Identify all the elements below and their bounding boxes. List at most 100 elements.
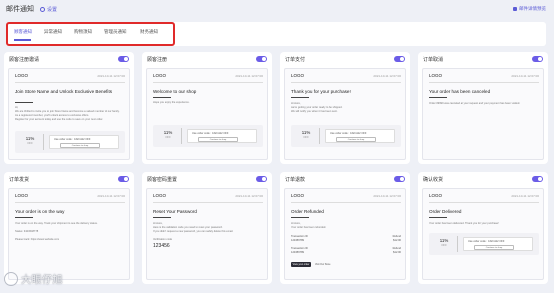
logo: LOGO [291,193,305,198]
email-headline: Order Refunded [291,209,324,214]
coupon-code: Use order code : CAK1112 OFF [192,132,229,135]
email-date: 2021-10-11 12:07:00 [235,73,263,78]
enable-toggle[interactable] [532,176,543,182]
enable-toggle[interactable] [532,56,543,62]
email-preview: LOGO 2021-10-11 12:07:00 Order Refunded H… [284,188,406,280]
coupon-button: Continue to shop [336,137,376,142]
divider [181,128,182,144]
coupon-code: Use order code : CAK1112 OFF [468,240,505,243]
email-preview: LOGO 2021-10-11 12:07:00 Your order is on… [8,188,130,280]
card-order-delivered[interactable]: 确认收货 LOGO 2021-10-11 12:07:00 Order Deliv… [418,172,548,284]
logo: LOGO [429,193,443,198]
card-customer-register[interactable]: 顾客注册 LOGO 2021-10-11 12:07:00 Welcome to … [142,52,272,164]
coupon-off: OFF [303,135,309,139]
card-order-paid[interactable]: 订单支付 LOGO 2021-10-11 12:07:00 Thank you f… [280,52,410,164]
enable-toggle[interactable] [394,176,405,182]
card-title: 订单退款 [285,176,306,183]
body-line: As a registered member, you'll unlock ac… [15,114,89,117]
preview-icon [513,7,517,11]
divider [153,217,171,218]
body-line: Here is the validation code you need to … [153,226,223,229]
divider [291,97,309,98]
card-order-refunded[interactable]: 订单退款 LOGO 2021-10-11 12:07:00 Order Refun… [280,172,410,284]
divider [15,82,125,83]
email-headline: Thank you for your purchase! [291,89,351,94]
refund-id: 123456789 [291,251,304,254]
card-customer-invite[interactable]: 顾客注册邀请 LOGO 2021-10-11 12:07:00 Join Stor… [4,52,134,164]
tabs-bar: 顾客通知 异常通知 购物须知 管理员通知 财务通知 [6,22,546,46]
refund-id: 123456789 [291,239,304,242]
body-line: Order #9999 was canceled at your request… [429,102,520,105]
email-headline: Order Delivered [429,209,462,214]
refund-label: Transaction ID [291,235,308,238]
divider [429,202,539,203]
card-title: 确认收货 [423,176,444,183]
settings-link[interactable]: 设置 [40,6,57,13]
body-line: We are thrilled to invite you to join St… [15,110,120,113]
coupon-off: OFF [441,243,447,247]
divider [43,134,44,150]
divider [457,236,458,252]
divider [291,217,309,218]
refund-amount: $12.00 [393,251,401,254]
enable-toggle[interactable] [118,56,129,62]
coupon-off: OFF [27,141,33,145]
coupon: 11% OFF Use order code : CAK1112 OFF Conti… [15,131,125,153]
card-password-reset[interactable]: 顾客密码重置 LOGO 2021-10-11 12:07:00 Reset You… [142,172,272,284]
logo: LOGO [291,73,305,78]
enable-toggle[interactable] [394,56,405,62]
logo: LOGO [15,193,29,198]
divider [153,202,263,203]
email-date: 2021-10-11 12:07:00 [235,193,263,198]
tab-customer[interactable]: 顾客通知 [14,29,32,35]
refund-status: Refund [392,235,401,238]
email-headline: Reset Your Password [153,209,197,214]
card-order-canceled[interactable]: 订单取消 LOGO 2021-10-11 12:07:00 Your order … [418,52,548,164]
card-order-shipped[interactable]: 订单发货 LOGO 2021-10-11 12:07:00 Your order … [4,172,134,284]
settings-label: 设置 [47,6,58,13]
divider [319,128,320,144]
refund-row: Transaction ID Refund [291,247,401,250]
email-preview-link[interactable]: 邮件详情预览 [513,6,546,12]
tab-shopping[interactable]: 购物须知 [74,29,92,35]
coupon: 11% OFF Use order code : CAK1112 OFF Conti… [429,233,539,255]
watermark-text: 大眼仔旭 [21,275,63,286]
tab-admin[interactable]: 管理员通知 [104,29,127,35]
email-preview: LOGO 2021-10-11 12:07:00 Your order has b… [422,68,544,160]
body-line: Please track: https://www.website.com [15,238,60,241]
divider [291,82,401,83]
divider [15,102,33,103]
enable-toggle[interactable] [256,176,267,182]
body-line: Hope you enjoy the experience. [153,101,190,104]
body-line: Your order is on the way. Track your shi… [15,222,98,225]
body-line: Register for your account today and use … [15,118,104,121]
divider [429,97,447,98]
email-headline: Welcome to our shop [153,89,197,94]
body-line: If you didn't request a new password, yo… [153,230,234,233]
email-date: 2021-10-11 12:07:00 [511,193,539,198]
body-line: Hi store, [291,102,301,105]
visit-store-link: Visit Our Store [315,263,331,266]
divider [291,202,401,203]
card-title: 顾客注册 [147,56,168,63]
body-line: Your order has been delivered. Thank you… [429,222,499,225]
divider [15,202,125,203]
gear-icon [40,6,45,12]
email-date: 2021-10-11 12:07:00 [97,73,125,78]
card-title: 订单取消 [423,56,444,63]
verification-label: Verification code [153,238,173,241]
card-title: 订单发货 [9,176,30,183]
card-title: 顾客注册邀请 [9,56,40,63]
tab-finance[interactable]: 财务通知 [140,29,158,35]
enable-toggle[interactable] [118,176,129,182]
email-date: 2021-10-11 12:07:00 [373,73,401,78]
view-order-button: View your order [291,262,311,267]
enable-toggle[interactable] [256,56,267,62]
logo: LOGO [15,73,29,78]
tab-exception[interactable]: 异常通知 [44,29,62,35]
coupon: 11% OFF Use order code : CAK1112 OFF Conti… [291,125,401,147]
body-line: Hi store, [291,222,301,225]
refund-row: 123456789 $12.00 [291,251,401,254]
card-title: 顾客密码重置 [147,176,178,183]
watermark: 大眼仔旭 [4,271,63,286]
